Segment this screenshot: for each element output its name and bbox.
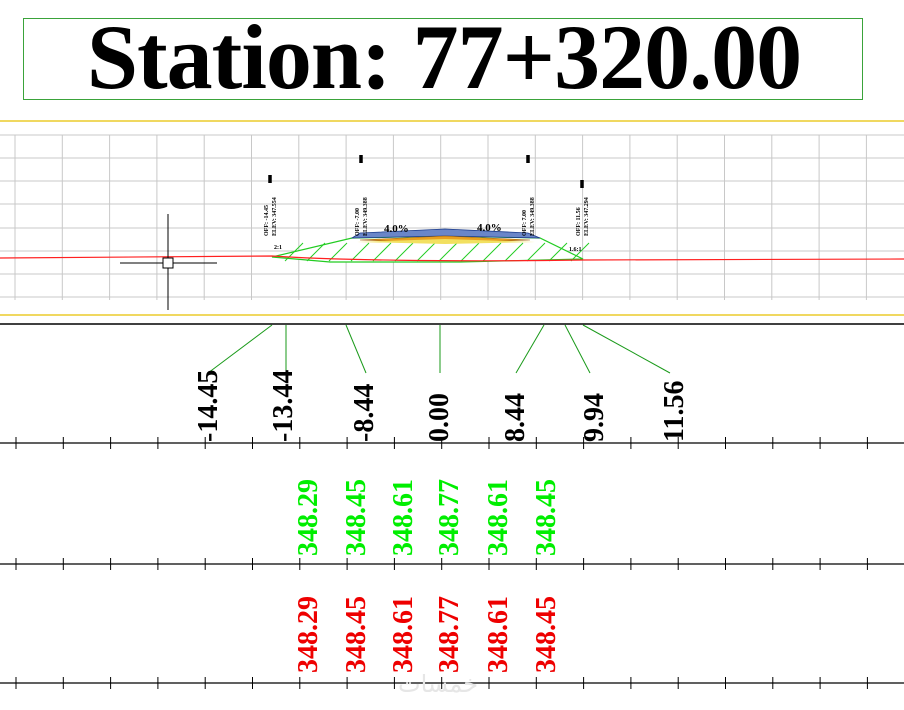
offset-leader [515, 324, 545, 374]
offset-leader [207, 324, 273, 374]
offset-value: 9.94 [579, 393, 610, 442]
offset-leader [345, 324, 367, 374]
callout-offset: OFF: -7.00 [355, 208, 361, 236]
callout-elevation: ELEV: 347.554 [272, 197, 278, 236]
callout-offset: OFF: -14.45 [264, 205, 270, 236]
offset-leader [564, 324, 591, 374]
side-slope-label-left: 2:1 [274, 245, 282, 251]
design-elevation-value: 348.61 [483, 479, 514, 556]
offset-value: -14.45 [193, 370, 224, 442]
design-elevation-labels: 348.29 348.45 348.61 348.77 348.61 348.45 [293, 479, 562, 556]
offset-value: 0.00 [424, 393, 455, 442]
callout-elevation: ELEV: 349.388 [530, 197, 536, 236]
slope-label-right: 4.0% [477, 222, 502, 234]
existing-elevation-value: 348.77 [434, 596, 465, 673]
callout-offset: OFF: 7.00 [522, 210, 528, 236]
offset-leader [582, 324, 671, 374]
side-slope-label-right: 1.6:1 [569, 247, 582, 253]
slope-label-left: 4.0% [384, 223, 409, 235]
offset-value: 8.44 [500, 393, 531, 442]
cross-section-drawing: OFF: -14.45 ELEV: 347.554 OFF: -7.00 ELEV: … [0, 120, 904, 689]
existing-elevation-value: 348.45 [341, 596, 372, 673]
section-grid [0, 134, 904, 300]
offset-labels: -14.45 -13.44 -8.44 0.00 8.44 9.94 11.56 [193, 370, 690, 442]
offset-value: 11.56 [659, 381, 690, 442]
watermark: خمسات [398, 670, 479, 698]
offset-leaders [207, 324, 671, 374]
existing-elevation-value: 348.29 [293, 596, 324, 673]
existing-elevation-value: 348.61 [483, 596, 514, 673]
design-elevation-value: 348.77 [434, 479, 465, 556]
offset-value: -8.44 [349, 384, 380, 442]
existing-elevation-value: 348.61 [388, 596, 419, 673]
design-elevation-value: 348.61 [388, 479, 419, 556]
design-elevation-value: 348.45 [531, 479, 562, 556]
callout-elevation: ELEV: 347.294 [584, 197, 590, 236]
existing-elevation-value: 348.45 [531, 596, 562, 673]
offset-value: -13.44 [268, 370, 299, 442]
callout-offset: OFF: 11.56 [576, 207, 582, 236]
design-elevation-value: 348.29 [293, 479, 324, 556]
design-elevation-value: 348.45 [341, 479, 372, 556]
callout-elevation: ELEV: 349.388 [363, 197, 369, 236]
existing-elevation-labels: 348.29 348.45 348.61 348.77 348.61 348.45 [293, 596, 562, 673]
